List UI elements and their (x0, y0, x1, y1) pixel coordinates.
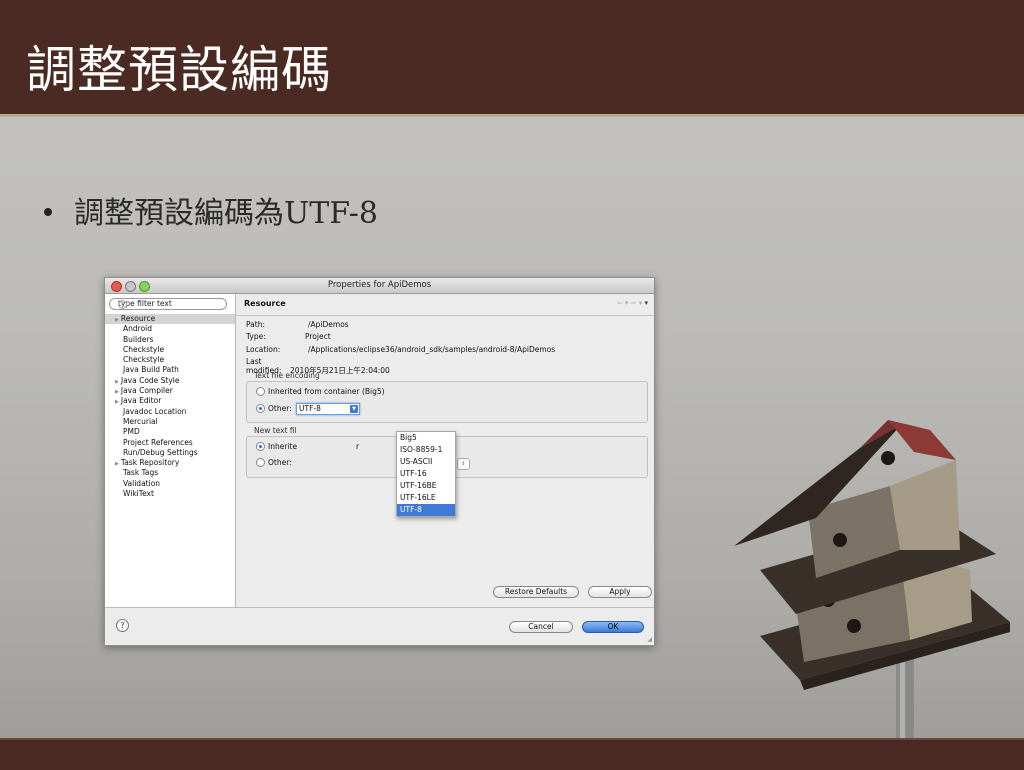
button-bar-divider (105, 607, 654, 608)
location-value: /Applications/eclipse36/android_sdk/samp… (308, 345, 556, 354)
dialog-title: Properties for ApiDemos (327, 280, 432, 290)
bullet-text: 調整預設編碼為UTF-8 (74, 196, 378, 231)
dropdown-option[interactable]: ISO-8859-1 (397, 444, 455, 456)
bullet-dot (44, 208, 52, 216)
delimiter-inherited-suffix: r (356, 442, 360, 451)
slide-title: 調整預設編碼 (26, 41, 332, 99)
encoding-select[interactable]: UTF-8 ▼ (296, 403, 360, 415)
info-path: Path: /ApiDemos (246, 320, 349, 329)
tree-item[interactable]: Resource (105, 314, 235, 325)
tree-item[interactable]: Project References (105, 438, 235, 448)
restore-defaults-button[interactable]: Restore Defaults (493, 586, 579, 598)
delimiter-inherited-label: Inherite (268, 442, 298, 451)
radio-off-icon (256, 457, 265, 467)
delimiter-select-arrows[interactable]: ⇕ (457, 458, 470, 470)
history-nav-icons[interactable]: ⇦ ▾ ⇨ ▾ ▾ (617, 299, 648, 307)
dropdown-option[interactable]: UTF-16LE (397, 492, 455, 504)
help-icon[interactable]: ? (116, 619, 129, 632)
tree-item[interactable]: Checkstyle (105, 355, 235, 365)
tree-item[interactable]: Task Repository (105, 458, 235, 468)
property-page: Resource ⇦ ▾ ⇨ ▾ ▾ Path: /ApiDemos Type: P… (236, 294, 654, 607)
filter-input[interactable]: type filter text × (109, 298, 227, 310)
tree-item[interactable]: Javadoc Location (105, 407, 235, 417)
radio-off-icon (256, 386, 265, 396)
tree-item[interactable]: Run/Debug Settings (105, 448, 235, 458)
dropdown-option[interactable]: UTF-8 (397, 504, 455, 516)
tree-item[interactable]: PMD (105, 427, 235, 437)
tree-item[interactable]: Java Build Path (105, 365, 235, 375)
encoding-other-radio[interactable]: Other: (256, 403, 292, 414)
tree-item[interactable]: Java Compiler (105, 386, 235, 396)
path-value: /ApiDemos (308, 320, 349, 329)
birdhouse-image (734, 420, 1010, 768)
tree-item[interactable]: Validation (105, 479, 235, 489)
line-delimiter-group-title: New text fil (254, 426, 297, 435)
tree-item[interactable]: Java Code Style (105, 376, 235, 386)
delimiter-other-label: Other: (268, 458, 292, 467)
dropdown-option[interactable]: US-ASCII (397, 456, 455, 468)
slide-footer-bar (0, 738, 1024, 770)
property-tree-pane: type filter text × ResourceAndroidBuilde… (105, 294, 236, 607)
slide-bullet: 調整預設編碼為UTF-8 (44, 188, 378, 232)
encoding-group-title: Text file encoding (254, 371, 320, 380)
delimiter-other-radio[interactable]: Other: (256, 457, 292, 468)
info-type: Type: Project (246, 332, 331, 341)
dropdown-option[interactable]: Big5 (397, 432, 455, 444)
encoding-inherited-label: Inherited from container (Big5) (268, 387, 385, 396)
location-label: Location: (246, 345, 281, 354)
clear-filter-icon[interactable]: × (118, 300, 127, 309)
dialog-titlebar[interactable]: Properties for ApiDemos (105, 278, 654, 294)
dropdown-option[interactable]: UTF-16BE (397, 480, 455, 492)
radio-on-icon (256, 441, 265, 451)
tree-item[interactable]: Task Tags (105, 468, 235, 478)
ok-button[interactable]: OK (582, 621, 644, 633)
cancel-button[interactable]: Cancel (509, 621, 573, 633)
tree-item[interactable]: Android (105, 324, 235, 334)
info-location: Location: /Applications/eclipse36/android… (246, 345, 555, 354)
chevron-down-icon: ▼ (350, 405, 358, 413)
page-heading: Resource (244, 299, 286, 308)
encoding-dropdown-list: Big5 ISO-8859-1 US-ASCII UTF-16 UTF-16BE UTF-… (396, 431, 456, 517)
resize-grip-icon[interactable]: ◢ (647, 636, 652, 643)
tree-item[interactable]: Java Editor (105, 396, 235, 406)
property-tree: ResourceAndroidBuildersCheckstyleCheckst… (105, 314, 235, 499)
delimiter-inherited-radio[interactable]: Inherite (256, 441, 298, 452)
type-value: Project (305, 332, 331, 341)
radio-on-icon (256, 403, 265, 413)
tree-item[interactable]: Builders (105, 335, 235, 345)
apply-button[interactable]: Apply (588, 586, 652, 598)
tree-item[interactable]: Mercurial (105, 417, 235, 427)
path-label: Path: (246, 320, 266, 329)
type-label: Type: (246, 332, 266, 341)
slide-title-bar: 調整預設編碼 (0, 0, 1024, 117)
properties-dialog: Properties for ApiDemos type filter text… (104, 277, 655, 646)
encoding-inherited-radio[interactable]: Inherited from container (Big5) (256, 386, 385, 397)
tree-item[interactable]: WikiText (105, 489, 235, 499)
tree-item[interactable]: Checkstyle (105, 345, 235, 355)
dropdown-option[interactable]: UTF-16 (397, 468, 455, 480)
encoding-other-label: Other: (268, 404, 292, 413)
heading-divider (236, 315, 654, 316)
encoding-select-value: UTF-8 (299, 404, 321, 413)
